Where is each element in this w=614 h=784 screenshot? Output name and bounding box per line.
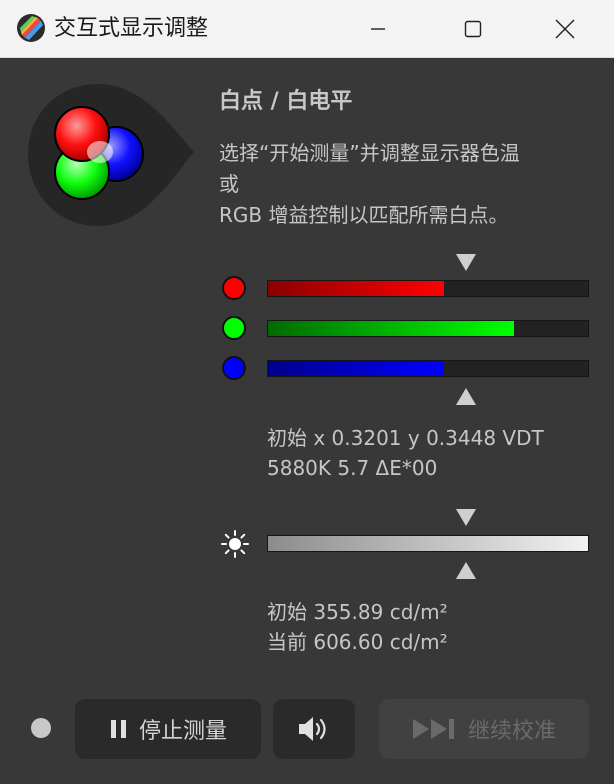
blue-gain-fill (268, 361, 444, 376)
sun-icon (221, 530, 249, 558)
measurement-status-indicator (31, 718, 51, 738)
close-icon (555, 19, 575, 39)
luminance-target-marker-bottom (456, 562, 476, 579)
luminance-fill (268, 536, 588, 551)
instructions-line-2: 或 (219, 172, 239, 196)
luminance-target-marker-top (456, 509, 476, 526)
instructions-line-3: RGB 增益控制以匹配所需白点。 (219, 203, 509, 227)
page-title: 白点 / 白电平 (219, 89, 353, 114)
green-channel-indicator (222, 316, 246, 340)
skip-forward-icon (412, 719, 454, 739)
green-gain-fill (268, 321, 515, 336)
luminance-readout: 初始 355.89 cd/m² 当前 606.60 cd/m² (267, 597, 448, 657)
continue-calibration-label: 继续校准 (467, 719, 556, 744)
blue-channel-indicator (222, 356, 246, 380)
red-gain-fill (268, 281, 444, 296)
red-gain-bar (267, 280, 589, 297)
speaker-icon (299, 717, 326, 741)
stop-measurement-label: 停止测量 (138, 719, 227, 744)
minimize-icon (371, 28, 385, 30)
instructions-text: 选择“开始测量”并调整显示器色温 或 RGB 增益控制以匹配所需白点。 (219, 138, 589, 231)
blue-gain-bar (267, 360, 589, 377)
close-button[interactable] (519, 0, 611, 58)
instructions-line-1: 选择“开始测量”并调整显示器色温 (219, 141, 520, 165)
sound-toggle-button[interactable] (273, 699, 355, 759)
rgb-target-marker-bottom (456, 388, 476, 405)
white-point-temperature: 5880K 5.7 ΔE*00 (267, 456, 438, 480)
luminance-bar (267, 535, 589, 552)
white-point-readout: 初始 x 0.3201 y 0.3448 VDT 5880K 5.7 ΔE*00 (267, 423, 544, 483)
luminance-current: 当前 606.60 cd/m² (267, 630, 448, 654)
pause-icon (110, 720, 126, 738)
white-point-initial: 初始 x 0.3201 y 0.3448 VDT (267, 426, 544, 450)
maximize-button[interactable] (427, 0, 519, 58)
green-gain-bar (267, 320, 589, 337)
window-title: 交互式显示调整 (54, 16, 209, 41)
color-wheel-icon (17, 14, 45, 42)
red-channel-indicator (222, 276, 246, 300)
rgb-logo-icon (28, 84, 194, 226)
minimize-button[interactable] (332, 0, 424, 58)
maximize-icon (464, 20, 482, 38)
title-bar: 交互式显示调整 (0, 0, 614, 58)
continue-calibration-button[interactable]: 继续校准 (379, 699, 589, 759)
luminance-initial: 初始 355.89 cd/m² (267, 600, 448, 624)
stop-measurement-button[interactable]: 停止测量 (75, 699, 261, 759)
rgb-target-marker-top (456, 254, 476, 271)
